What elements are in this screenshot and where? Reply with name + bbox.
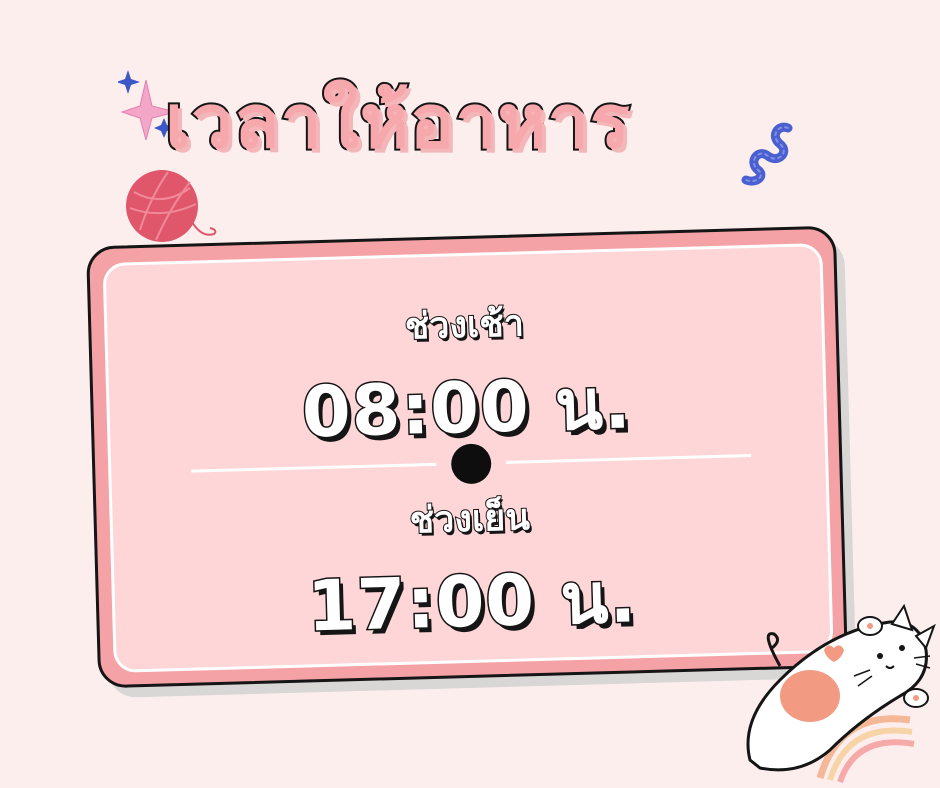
squiggle-icon — [741, 122, 793, 186]
page-title: เวลาให้อาหาร — [163, 77, 632, 167]
yarn-ball-icon — [126, 170, 217, 242]
divider-dot — [450, 443, 492, 485]
cat-illustration — [746, 603, 936, 784]
